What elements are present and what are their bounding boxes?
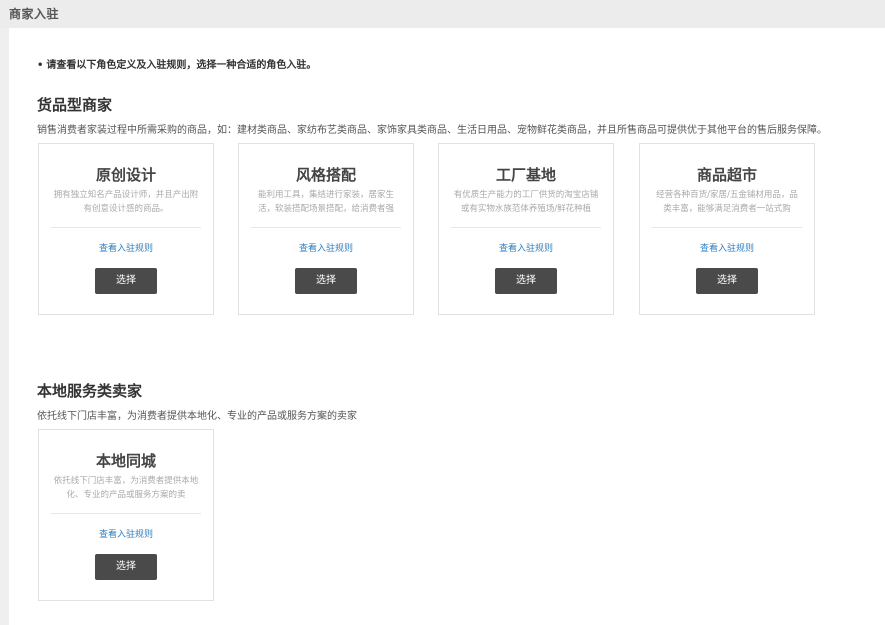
card-divider (652, 227, 802, 228)
view-rules-link[interactable]: 查看入驻规则 (439, 241, 613, 254)
role-card-original-design: 原创设计 拥有独立知名产品设计师，并且产出附有创意设计感的商品。 查看入驻规则 … (38, 143, 214, 315)
card-title: 风格搭配 (295, 166, 356, 184)
card-divider (451, 227, 601, 228)
view-rules-link[interactable]: 查看入驻规则 (640, 241, 814, 254)
main-panel: • 请查看以下角色定义及入驻规则，选择一种合适的角色入驻。 货品型商家 销售消费者… (9, 28, 885, 625)
role-card-factory-base: 工厂基地 有优质生产能力的工厂供货的淘宝店铺或有实物水族范体养殖场/鲜花种植 查… (438, 143, 614, 315)
card-title: 工厂基地 (495, 166, 556, 184)
card-title: 商品超市 (696, 166, 757, 184)
card-description: 能利用工具，集结进行家装，居家生活，软装搭配场景搭配，给消费者强 (257, 190, 394, 214)
card-description: 拥有独立知名产品设计师，并且产出附有创意设计感的商品。 (53, 190, 199, 214)
card-divider (251, 227, 401, 228)
role-card-style-matching: 风格搭配 能利用工具，集结进行家装，居家生活，软装搭配场景搭配，给消费者强 查看… (238, 143, 414, 315)
instruction-notice: • 请查看以下角色定义及入驻规则，选择一种合适的角色入驻。 (37, 56, 316, 71)
select-button[interactable]: 选择 (295, 268, 357, 294)
top-bar: 商家入驻 (0, 0, 885, 28)
notice-bullet: • (37, 60, 44, 71)
card-description: 有优质生产能力的工厂供货的淘宝店铺或有实物水族范体养殖场/鲜花种植 (453, 190, 599, 214)
page-title: 商家入驻 (9, 7, 60, 21)
role-card-local-city: 本地同城 依托线下门店丰富，为消费者提供本地化、专业的产品或服务方案的卖 查看入… (38, 429, 214, 601)
view-rules-link[interactable]: 查看入驻规则 (239, 241, 413, 254)
section-title-goods-merchant: 货品型商家 (37, 96, 113, 114)
select-button[interactable]: 选择 (95, 554, 157, 580)
view-rules-link[interactable]: 查看入驻规则 (39, 241, 213, 254)
card-description: 经营各种百货/家居/五金铺材用品，品类丰富，能够满足消费者一站式购 (656, 190, 798, 214)
select-button[interactable]: 选择 (696, 268, 758, 294)
section-desc-goods-merchant: 销售消费者家装过程中所需采购的商品，如：建材类商品、家纺布艺类商品、家饰家具类商… (37, 125, 827, 136)
notice-text: 请查看以下角色定义及入驻规则，选择一种合适的角色入驻。 (46, 60, 317, 71)
card-title: 本地同城 (95, 452, 156, 470)
card-divider (51, 227, 201, 228)
card-title: 原创设计 (95, 166, 156, 184)
select-button[interactable]: 选择 (495, 268, 557, 294)
role-card-goods-supermarket: 商品超市 经营各种百货/家居/五金铺材用品，品类丰富，能够满足消费者一站式购 查… (639, 143, 815, 315)
section-desc-local-service: 依托线下门店丰富，为消费者提供本地化、专业的产品或服务方案的卖家 (37, 411, 357, 422)
select-button[interactable]: 选择 (95, 268, 157, 294)
card-divider (51, 513, 201, 514)
view-rules-link[interactable]: 查看入驻规则 (39, 527, 213, 540)
card-description: 依托线下门店丰富，为消费者提供本地化、专业的产品或服务方案的卖 (53, 476, 199, 500)
section-title-local-service: 本地服务类卖家 (37, 382, 143, 400)
